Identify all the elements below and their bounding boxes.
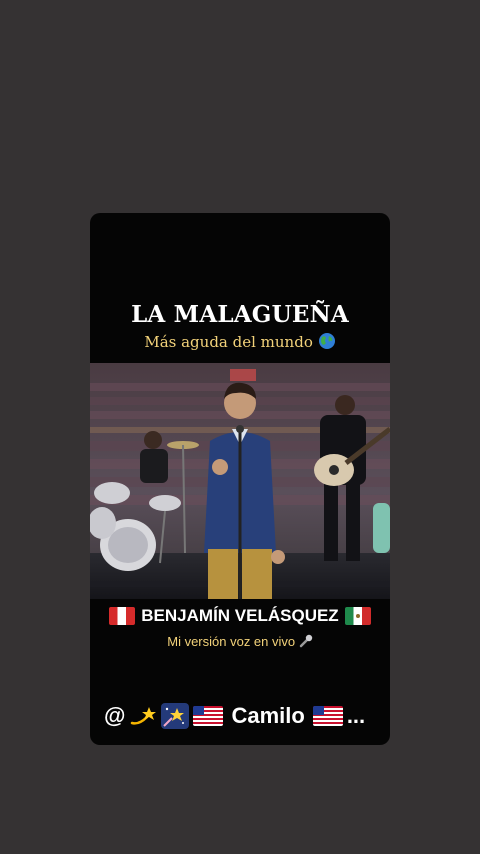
globe-icon <box>318 332 336 354</box>
subtitle-text: Más aguda del mundo <box>144 333 313 351</box>
artist-line: BENJAMÍN VELÁSQUEZ <box>90 606 390 626</box>
mexico-flag-icon <box>344 607 371 625</box>
mention-ellipsis: ... <box>346 703 366 728</box>
story-title: LA MALAGUEÑA <box>131 301 349 328</box>
peru-flag-icon <box>109 607 136 625</box>
story-card[interactable]: LA MALAGUEÑA Más aguda del mundo BENJAMÍ… <box>90 213 390 745</box>
tagline-text: Mi versión voz en vivo <box>167 634 296 649</box>
microphone-icon <box>299 634 313 648</box>
dizzy-star-icon <box>129 703 157 729</box>
story-subtitle: Más aguda del mundo <box>90 332 390 354</box>
us-flag-icon <box>193 706 224 726</box>
mention-prefix: @ <box>104 703 126 728</box>
artist-name: BENJAMÍN VELÁSQUEZ <box>141 606 339 625</box>
tagline: Mi versión voz en vivo <box>90 634 390 649</box>
us-flag-icon <box>312 706 343 726</box>
user-mention[interactable]: @ Camilo ... <box>104 701 384 731</box>
shooting-star-icon <box>161 703 190 729</box>
user-name: Camilo <box>231 703 305 728</box>
video-frame[interactable] <box>90 363 390 599</box>
